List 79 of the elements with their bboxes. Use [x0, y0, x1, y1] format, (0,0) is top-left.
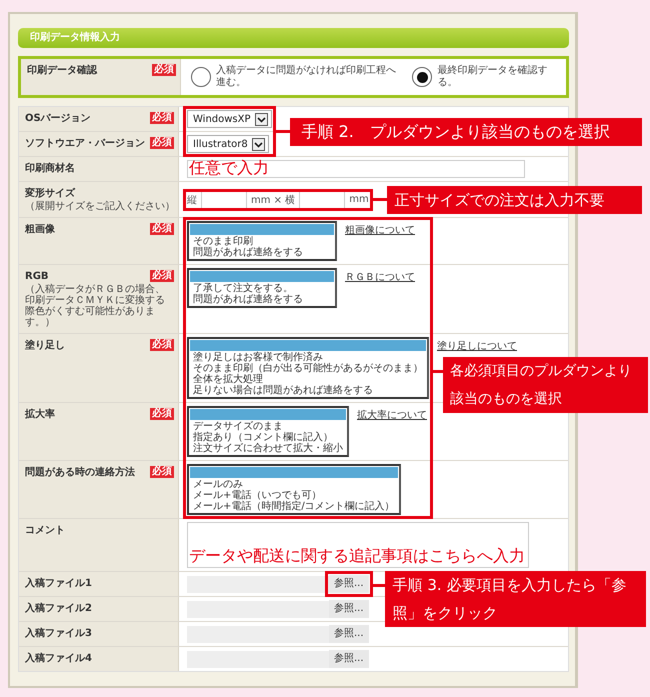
- list-option[interactable]: 問題があれば連絡をする: [189, 294, 335, 305]
- selected-option[interactable]: [190, 409, 346, 420]
- field-label: 変形サイズ: [25, 187, 76, 200]
- browse-button[interactable]: 参照...: [329, 650, 369, 668]
- field-label: RGB: [25, 270, 50, 283]
- radio-label: 最終印刷データを確認する。: [437, 65, 548, 89]
- required-badge: 必須: [150, 137, 174, 149]
- size-label: 縦: [187, 194, 197, 206]
- field-note: （展開サイズをご記入ください）: [25, 201, 174, 212]
- callout: 各必須項目のプルダウンより該当のものを選択: [443, 357, 648, 413]
- list-option[interactable]: 指定あり（コメント欄に記入）: [189, 432, 347, 443]
- dropdown[interactable]: WindowsXP: [187, 110, 272, 128]
- text-field[interactable]: [187, 160, 525, 178]
- caret-icon: [254, 112, 268, 126]
- callout: 正寸サイズでの注文は入力不要: [386, 186, 642, 214]
- radio-label: 入稿データに問題がなければ印刷工程へ進む。: [216, 65, 397, 89]
- size-label: mm × 横: [251, 194, 296, 206]
- list-option[interactable]: 足りない場合は問題があれば連絡をする: [189, 385, 427, 396]
- selected-option[interactable]: [190, 340, 426, 351]
- list-option[interactable]: メールのみ: [189, 479, 399, 490]
- field-label: 印刷商材名: [25, 162, 76, 175]
- list-option[interactable]: データサイズのまま: [189, 421, 347, 432]
- field-label: 入稿ファイル2: [25, 602, 93, 615]
- list-option[interactable]: 注文サイズに合わせて拡大・縮小: [189, 443, 347, 454]
- comment-field[interactable]: [187, 522, 529, 568]
- list-option[interactable]: 全体を拡大処理: [189, 374, 427, 385]
- help-link[interactable]: 粗画像について: [345, 223, 415, 237]
- callout: 手順 2. プルダウンより該当のものを選択: [290, 118, 642, 146]
- caret-icon: [252, 138, 265, 150]
- unit-label: mm: [349, 194, 369, 205]
- section-header: 印刷データ情報入力: [18, 28, 569, 48]
- annotation-note: データや配送に関する追記事項はこちらへ入力: [189, 546, 525, 566]
- list-box[interactable]: 塗り足しはお客様で制作済み そのまま印刷（白が出る可能性があるがそのまま） 全体を拡大処理 足りない場合は問題があれば連絡をする: [187, 337, 429, 399]
- callout: 手順 3. 必要項目を入力したら「参照」をクリック: [384, 571, 646, 627]
- radio-button[interactable]: [412, 67, 432, 87]
- list-box[interactable]: そのまま印刷 問題があれば連絡をする: [187, 221, 337, 261]
- field-label: 拡大率: [25, 408, 56, 421]
- field-label: OSバージョン: [25, 112, 92, 125]
- help-link[interactable]: ＲＧＢについて: [345, 270, 415, 284]
- field-note: （入稿データがＲＧＢの場合、印刷データＣＭＹＫに変換する際色がくすむ可能性があります。）: [25, 284, 166, 328]
- required-badge: 必須: [150, 466, 174, 478]
- annotation-note: 任意で入力: [189, 158, 269, 178]
- field-label: 印刷データ確認: [27, 64, 98, 77]
- browse-button[interactable]: 参照...: [329, 625, 369, 643]
- field-label: 入稿ファイル1: [25, 577, 93, 590]
- list-option[interactable]: そのまま印刷: [189, 236, 335, 247]
- required-badge: 必須: [150, 339, 174, 351]
- required-badge: 必須: [150, 223, 174, 235]
- field-label: 入稿ファイル4: [25, 652, 93, 665]
- list-box[interactable]: メールのみ メール+電話（いつでも可） メール+電話（時間指定/コメント欄に記入）: [187, 464, 401, 515]
- required-badge: 必須: [150, 270, 174, 282]
- required-badge: 必須: [150, 408, 174, 420]
- list-option[interactable]: 了承して注文をする。: [189, 283, 335, 294]
- selected-option[interactable]: [190, 224, 334, 235]
- list-option[interactable]: 問題があれば連絡をする: [189, 247, 335, 258]
- list-box[interactable]: データサイズのまま 指定あり（コメント欄に記入） 注文サイズに合わせて拡大・縮小: [187, 406, 349, 457]
- field-label: コメント: [25, 524, 66, 537]
- help-link[interactable]: 塗り足しについて: [437, 339, 517, 353]
- field-label: 入稿ファイル3: [25, 627, 93, 640]
- browse-button[interactable]: 参照...: [329, 600, 369, 618]
- list-option[interactable]: メール+電話（時間指定/コメント欄に記入）: [189, 501, 399, 512]
- list-option[interactable]: メール+電話（いつでも可）: [189, 490, 399, 501]
- required-badge: 必須: [152, 64, 176, 76]
- browse-button[interactable]: 参照...: [329, 575, 369, 593]
- field-label: 問題がある時の連絡方法: [25, 466, 136, 479]
- help-link[interactable]: 拡大率について: [357, 408, 427, 422]
- list-option[interactable]: そのまま印刷（白が出る可能性があるがそのまま）: [189, 363, 427, 374]
- radio-button[interactable]: [191, 67, 211, 87]
- required-badge: 必須: [150, 112, 174, 124]
- selected-option[interactable]: [190, 467, 398, 478]
- file-field[interactable]: [187, 576, 329, 592]
- list-box[interactable]: 了承して注文をする。 問題があれば連絡をする: [187, 268, 337, 308]
- selected-option[interactable]: [190, 271, 334, 282]
- field-label: ソフトウエア・バージョン: [25, 137, 146, 150]
- highlight-frame: [325, 571, 373, 597]
- dropdown[interactable]: Illustrator8: [187, 135, 269, 153]
- field-label: 塗り足し: [25, 339, 66, 352]
- list-option[interactable]: 塗り足しはお客様で制作済み: [189, 352, 427, 363]
- field-label: 粗画像: [25, 223, 56, 236]
